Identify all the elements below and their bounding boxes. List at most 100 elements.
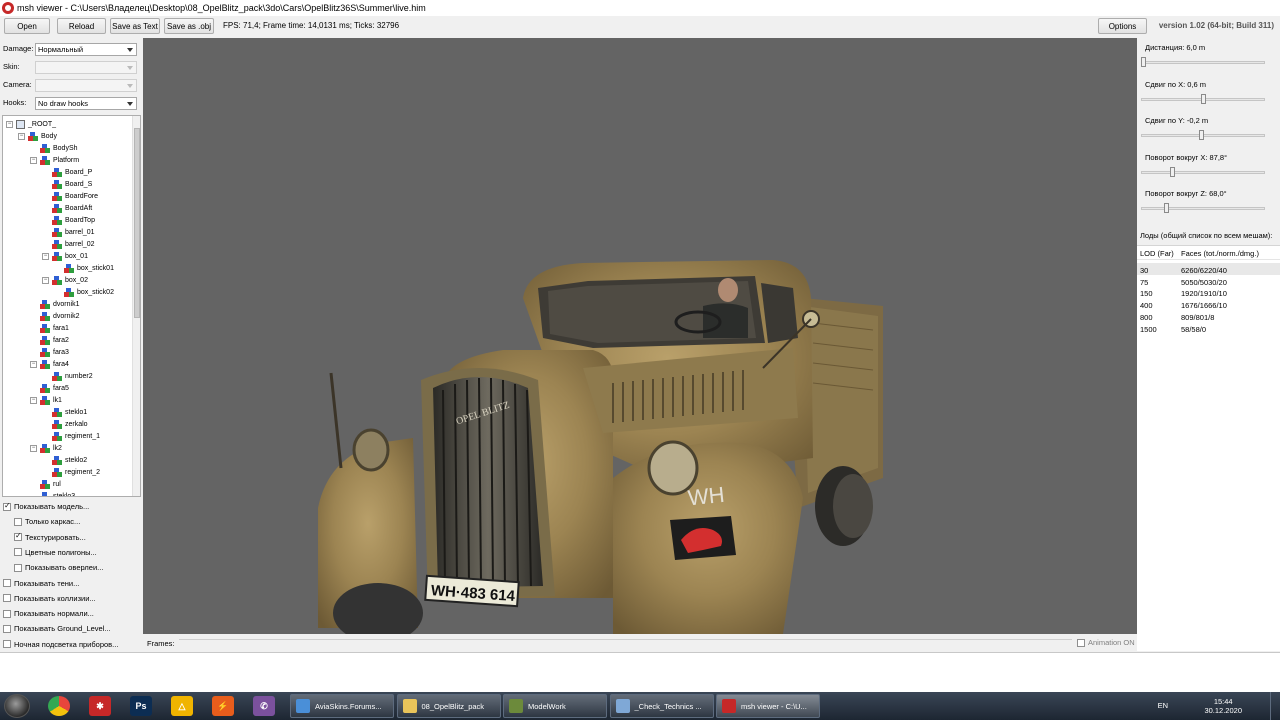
log-scrollbar[interactable]	[1270, 655, 1278, 691]
tree-node[interactable]: regiment_2	[42, 466, 100, 478]
lod-row[interactable]: 1500 58/58/0	[1137, 322, 1280, 334]
slider-track[interactable]	[1141, 170, 1265, 174]
tree-expander-icon[interactable]: −	[30, 156, 37, 164]
lod-row[interactable]: 30 6260/6220/40	[1137, 263, 1280, 275]
camera-select[interactable]	[35, 79, 137, 92]
taskbar-window-button[interactable]: _Check_Technics ...	[609, 694, 714, 718]
slider[interactable]	[1141, 93, 1265, 104]
taskbar-window-button[interactable]: ModelWork	[503, 694, 607, 718]
taskbar-window-button[interactable]: 08_OpelBlitz_pack	[396, 694, 501, 718]
tree-node[interactable]: − Platform	[30, 154, 79, 166]
taskbar-window-button[interactable]: AviaSkins.Forums...	[290, 694, 394, 718]
lod-table[interactable]: LOD (Far) Faces (tot./norm./dmg.) 30 6260…	[1137, 245, 1280, 651]
tree-scrollbar[interactable]	[132, 116, 140, 496]
checkbox[interactable]	[14, 517, 22, 526]
taskbar-window-button[interactable]: msh viewer - C:\U...	[716, 694, 820, 718]
animation-toggle[interactable]: Animation ON	[1077, 638, 1135, 647]
tree-node[interactable]: fara3	[30, 346, 69, 358]
tree-node[interactable]: fara5	[30, 382, 69, 394]
option-checkbox-row[interactable]: Показывать тени...	[3, 577, 79, 590]
tree-expander-icon[interactable]: −	[42, 276, 49, 284]
checkbox[interactable]	[3, 579, 11, 587]
lod-row[interactable]: 400 1676/1666/10	[1137, 298, 1280, 310]
option-checkbox-row[interactable]: Только каркас...	[14, 515, 80, 528]
animation-checkbox[interactable]	[1077, 638, 1085, 647]
slider-handle[interactable]	[1164, 203, 1169, 213]
save-as-text-button[interactable]: Save as Text	[110, 18, 160, 34]
archicad-icon[interactable]: △	[171, 696, 193, 716]
lod-row[interactable]: 150 1920/1910/10	[1137, 286, 1280, 298]
tree-node[interactable]: − box_01	[42, 250, 88, 262]
tree-expander-icon[interactable]: −	[18, 132, 25, 140]
clock[interactable]: 15:44 30.12.2020	[1204, 697, 1242, 715]
checkbox[interactable]	[14, 531, 22, 542]
option-checkbox-row[interactable]: Текстурировать...	[14, 531, 86, 544]
tree-scroll-thumb[interactable]	[134, 128, 140, 318]
tree-node[interactable]: fara2	[30, 334, 69, 346]
start-button[interactable]	[4, 694, 30, 718]
slider-handle[interactable]	[1199, 130, 1204, 140]
checkbox[interactable]	[3, 594, 11, 603]
slider[interactable]	[1141, 203, 1265, 213]
checkbox[interactable]	[3, 640, 11, 649]
slider-track[interactable]	[1141, 61, 1265, 64]
slider-handle[interactable]	[1170, 166, 1175, 177]
options-button[interactable]: Options	[1098, 18, 1147, 34]
option-checkbox-row[interactable]: Показывать нормали...	[3, 607, 94, 620]
slider[interactable]	[1141, 166, 1265, 177]
tree-node[interactable]: − fara4	[30, 358, 69, 370]
tree-node[interactable]: BoardTop	[42, 214, 95, 226]
tree-expander-icon[interactable]: −	[42, 252, 49, 260]
checkbox[interactable]	[14, 548, 22, 557]
tree-node[interactable]: − lk1	[30, 394, 62, 406]
open-button[interactable]: Open	[4, 18, 50, 34]
lod-row[interactable]: 75 5050/5030/20	[1137, 275, 1280, 287]
tree-node[interactable]: Board_S	[42, 178, 92, 190]
tree-node[interactable]: Board_P	[42, 166, 92, 178]
chrome-icon[interactable]	[48, 696, 70, 716]
tree-node[interactable]: box_stick01	[54, 262, 114, 274]
tree-node[interactable]: − lk2	[30, 442, 62, 454]
tree-node[interactable]: BoardAft	[42, 202, 92, 214]
skin-select[interactable]	[35, 61, 137, 74]
save-as-obj-button[interactable]: Save as .obj	[164, 18, 214, 34]
tree-node[interactable]: dvornik2	[30, 310, 79, 322]
tree-expander-icon[interactable]: −	[6, 120, 13, 128]
tree-expander-icon[interactable]: −	[30, 360, 37, 368]
tree-node[interactable]: zerkalo	[42, 418, 88, 430]
tree-node[interactable]: − box_02	[42, 274, 88, 286]
option-checkbox-row[interactable]: Показывать оверлеи...	[14, 561, 103, 574]
option-checkbox-row[interactable]: Цветные полигоны...	[14, 546, 97, 559]
slider[interactable]	[1141, 130, 1265, 140]
viber-icon[interactable]: ✆	[253, 696, 275, 716]
checkbox[interactable]	[3, 609, 11, 618]
option-checkbox-row[interactable]: Ночная подсветка приборов...	[3, 638, 118, 651]
tree-node[interactable]: barrel_02	[42, 238, 95, 250]
lightning-icon[interactable]: ⚡	[212, 696, 234, 716]
slider-handle[interactable]	[1141, 57, 1146, 67]
tree-node[interactable]: regiment_1	[42, 430, 100, 442]
tree-node[interactable]: steklo2	[42, 454, 87, 466]
tree-node[interactable]: steklo1	[42, 406, 87, 418]
tree-node[interactable]: BoardFore	[42, 190, 98, 202]
option-checkbox-row[interactable]: Показывать модель...	[3, 500, 89, 513]
slider-track[interactable]	[1141, 207, 1265, 210]
lod-row[interactable]: 800 809/801/8	[1137, 310, 1280, 322]
tree-node[interactable]: rul	[30, 478, 61, 490]
hooks-select[interactable]: No draw hooks	[35, 97, 137, 110]
frames-slider[interactable]	[179, 639, 1072, 647]
checkbox[interactable]	[14, 563, 22, 572]
tree-expander-icon[interactable]: −	[30, 444, 37, 452]
tree-node[interactable]: barrel_01	[42, 226, 95, 238]
slider[interactable]	[1141, 57, 1265, 67]
tree-node[interactable]: box_stick02	[54, 286, 114, 298]
option-checkbox-row[interactable]: Показывать Ground_Level...	[3, 622, 111, 635]
reload-button[interactable]: Reload	[57, 18, 106, 34]
tree-node[interactable]: steklo3	[30, 490, 75, 496]
tree-node[interactable]: dvornik1	[30, 298, 79, 310]
language-indicator[interactable]: EN	[1158, 701, 1168, 710]
checkbox[interactable]	[3, 624, 11, 633]
show-desktop-button[interactable]	[1270, 692, 1280, 720]
damage-select[interactable]: Нормальный	[35, 43, 137, 56]
tree-node[interactable]: BodySh	[30, 142, 78, 154]
